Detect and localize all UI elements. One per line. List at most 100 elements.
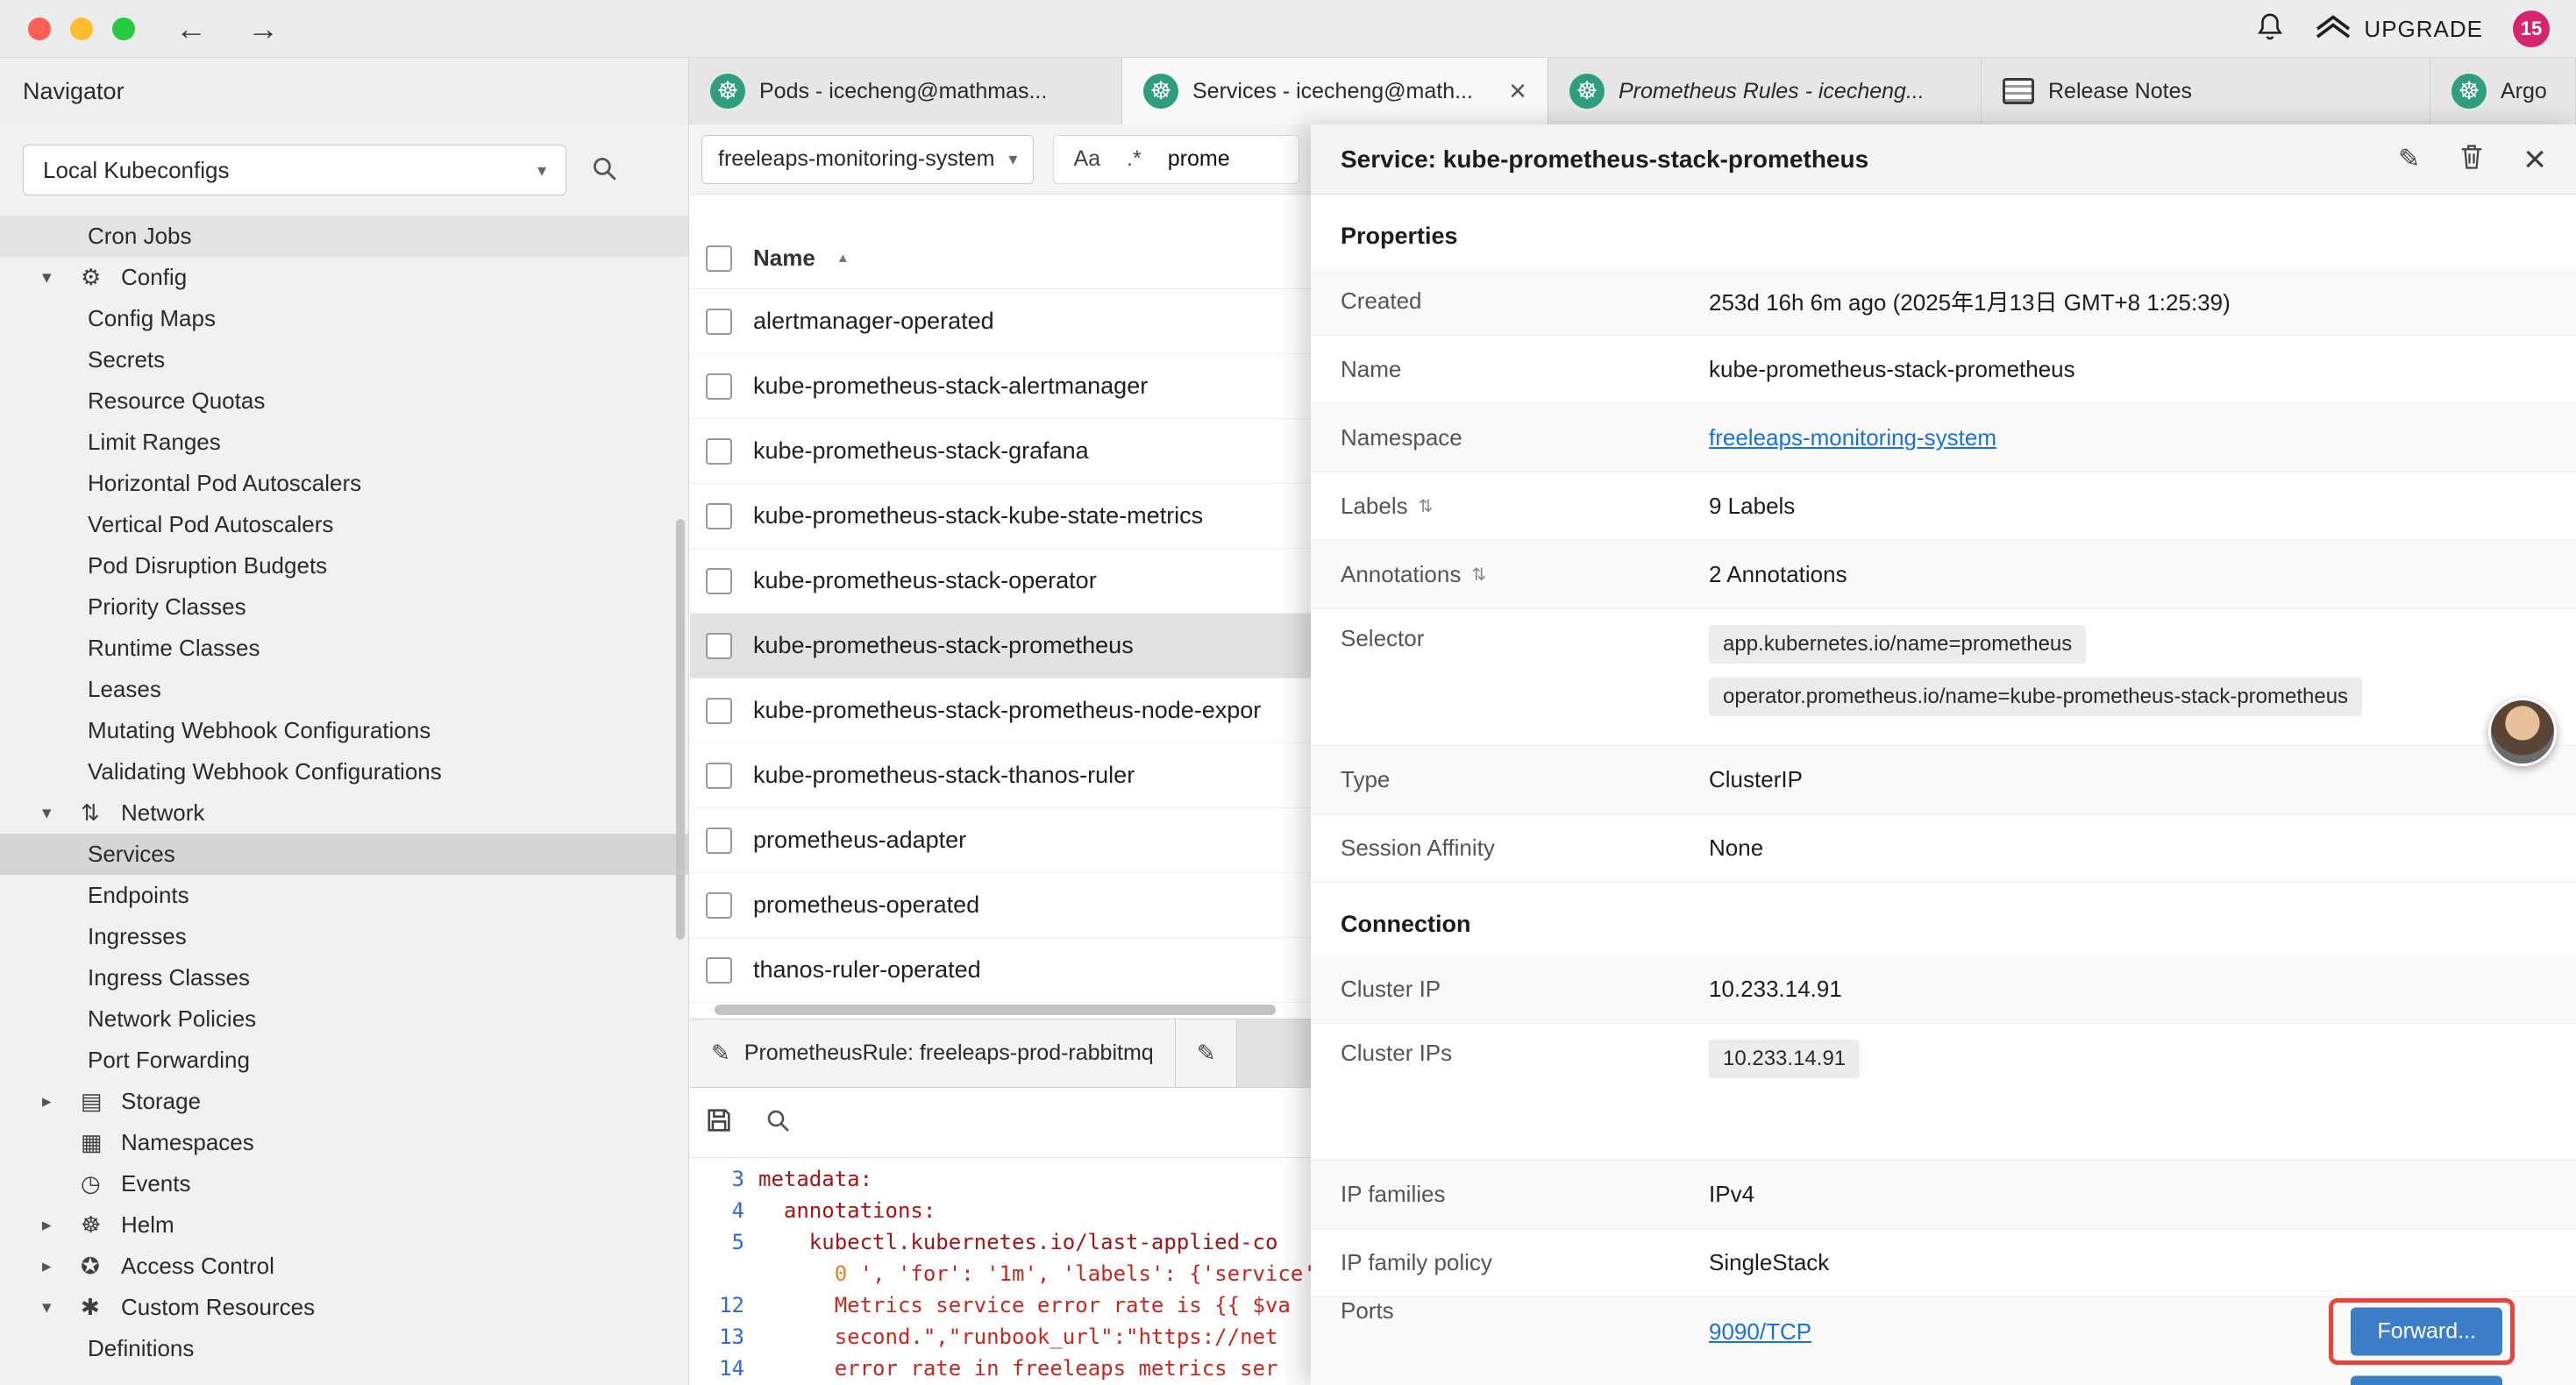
scrollbar-thumb[interactable] <box>715 1005 1276 1015</box>
row-checkbox[interactable] <box>706 892 732 919</box>
sidebar-item-cron-jobs[interactable]: Cron Jobs <box>0 216 688 257</box>
name-column-header[interactable]: Name <box>753 245 815 272</box>
table-row[interactable]: alertmanager-operated <box>690 289 1311 354</box>
sidebar-item-horizontal-pod-autoscalers[interactable]: Horizontal Pod Autoscalers <box>0 463 688 504</box>
sidebar-item-config[interactable]: ▾⚙Config <box>0 257 688 298</box>
select-all-checkbox[interactable] <box>706 245 732 272</box>
table-row[interactable]: thanos-ruler-operated <box>690 938 1311 1003</box>
row-checkbox[interactable] <box>706 503 732 529</box>
forward-button[interactable]: → <box>247 13 279 45</box>
maximize-window-button[interactable] <box>112 18 135 40</box>
kubeconfig-selector[interactable]: Local Kubeconfigs ▾ <box>23 145 566 195</box>
row-checkbox[interactable] <box>706 698 732 724</box>
sidebar-item-network-policies[interactable]: Network Policies <box>0 998 688 1040</box>
chevron-down-icon[interactable]: ▾ <box>42 1296 81 1318</box>
save-icon[interactable] <box>704 1105 734 1140</box>
sidebar-item-label: Cron Jobs <box>88 223 192 250</box>
back-button[interactable]: ← <box>175 13 207 45</box>
row-checkbox[interactable] <box>706 957 732 984</box>
row-checkbox[interactable] <box>706 309 732 335</box>
namespace-link[interactable]: freeleaps-monitoring-system <box>1709 424 1996 451</box>
sidebar-item-namespaces[interactable]: ▦Namespaces <box>0 1122 688 1163</box>
regex-toggle[interactable]: .* <box>1127 146 1142 172</box>
row-checkbox[interactable] <box>706 373 732 400</box>
sidebar-item-definitions[interactable]: Definitions <box>0 1328 688 1369</box>
table-row[interactable]: kube-prometheus-stack-operator <box>690 549 1311 614</box>
sidebar-item-helm[interactable]: ▸☸Helm <box>0 1204 688 1246</box>
sidebar-item-endpoints[interactable]: Endpoints <box>0 875 688 916</box>
row-checkbox[interactable] <box>706 763 732 789</box>
table-row[interactable]: kube-prometheus-stack-thanos-ruler <box>690 743 1311 808</box>
port-link[interactable]: 9090/TCP <box>1709 1318 1811 1346</box>
sidebar-item-validating-webhook-configurations[interactable]: Validating Webhook Configurations <box>0 751 688 792</box>
delete-icon[interactable] <box>2459 142 2485 176</box>
expand-toggle-icon[interactable]: ⇅ <box>1419 495 1434 517</box>
avatar[interactable] <box>2488 698 2557 766</box>
sidebar-item-access-control[interactable]: ▸✪Access Control <box>0 1246 688 1287</box>
minimize-window-button[interactable] <box>70 18 93 40</box>
chevron-down-icon[interactable]: ▾ <box>42 802 81 824</box>
row-checkbox[interactable] <box>706 568 732 594</box>
close-icon[interactable]: × <box>2523 140 2546 179</box>
row-checkbox[interactable] <box>706 633 732 659</box>
chevron-down-icon[interactable]: ▾ <box>42 266 81 288</box>
lens-logo-icon <box>2315 13 2352 46</box>
forward-button[interactable]: Forward... <box>2351 1308 2502 1356</box>
sidebar-item-vertical-pod-autoscalers[interactable]: Vertical Pod Autoscalers <box>0 504 688 545</box>
tab-prometheus-rules-icecheng[interactable]: ☸Prometheus Rules - icecheng... <box>1548 58 1982 124</box>
detail-row-name: Namekube-prometheus-stack-prometheus <box>1311 336 2576 404</box>
sidebar-item-port-forwarding[interactable]: Port Forwarding <box>0 1040 688 1081</box>
edit-icon[interactable]: ✎ <box>2398 144 2420 174</box>
table-row[interactable]: kube-prometheus-stack-prometheus-node-ex… <box>690 678 1311 743</box>
sidebar-item-pod-disruption-budgets[interactable]: Pod Disruption Budgets <box>0 545 688 586</box>
search-icon[interactable] <box>764 1106 792 1139</box>
table-row[interactable]: kube-prometheus-stack-kube-state-metrics <box>690 484 1311 549</box>
namespace-filter-dropdown[interactable]: freeleaps-monitoring-system ▾ <box>701 135 1034 184</box>
chevron-right-icon[interactable]: ▸ <box>42 1090 81 1112</box>
sidebar-item-leases[interactable]: Leases <box>0 669 688 710</box>
horizontal-scrollbar[interactable] <box>690 1003 1311 1017</box>
sidebar-scrollbar[interactable] <box>676 519 685 940</box>
sidebar-item-mutating-webhook-configurations[interactable]: Mutating Webhook Configurations <box>0 710 688 751</box>
chevron-right-icon[interactable]: ▸ <box>42 1214 81 1236</box>
sidebar-item-services[interactable]: Services <box>0 834 688 875</box>
upgrade-button[interactable]: UPGRADE <box>2315 13 2483 46</box>
notifications-bell-icon[interactable] <box>2255 11 2285 48</box>
sidebar-item-events[interactable]: ◷Events <box>0 1163 688 1204</box>
code-segment <box>758 1195 784 1226</box>
list-search-input[interactable]: Aa .* prome <box>1053 135 1299 184</box>
close-window-button[interactable] <box>28 18 51 40</box>
forward-button[interactable]: Forward... <box>2351 1376 2502 1385</box>
tab-pods-icecheng-mathmas[interactable]: ☸Pods - icecheng@mathmas... <box>689 58 1122 124</box>
table-row[interactable]: kube-prometheus-stack-grafana <box>690 419 1311 484</box>
sidebar-item-config-maps[interactable]: Config Maps <box>0 298 688 339</box>
row-checkbox[interactable] <box>706 438 732 465</box>
editor-tab-partial[interactable]: ✎ <box>1176 1019 1237 1087</box>
tab-services-icecheng-math[interactable]: ☸Services - icecheng@math...× <box>1122 58 1548 124</box>
table-row[interactable]: kube-prometheus-stack-alertmanager <box>690 354 1311 419</box>
sidebar-item-limit-ranges[interactable]: Limit Ranges <box>0 422 688 463</box>
notification-count-badge[interactable]: 15 <box>2513 11 2550 47</box>
sidebar-item-network[interactable]: ▾⇅Network <box>0 792 688 834</box>
sidebar-item-storage[interactable]: ▸▤Storage <box>0 1081 688 1122</box>
tab-release-notes[interactable]: Release Notes <box>1982 58 2430 124</box>
sidebar-item-ingress-classes[interactable]: Ingress Classes <box>0 957 688 998</box>
chevron-right-icon[interactable]: ▸ <box>42 1255 81 1277</box>
row-checkbox[interactable] <box>706 827 732 854</box>
table-row[interactable]: prometheus-adapter <box>690 808 1311 873</box>
tab-argo-s[interactable]: ☸Argo S <box>2430 58 2576 124</box>
editor-tab-prometheusrule[interactable]: ✎ PrometheusRule: freeleaps-prod-rabbitm… <box>690 1019 1176 1087</box>
sidebar-item-resource-quotas[interactable]: Resource Quotas <box>0 380 688 422</box>
sidebar-item-runtime-classes[interactable]: Runtime Classes <box>0 628 688 669</box>
table-row[interactable]: kube-prometheus-stack-prometheus <box>690 614 1311 678</box>
yaml-code-editor[interactable]: 3metadata:4 annotations:5 kubectl.kubern… <box>690 1158 1311 1385</box>
match-case-toggle[interactable]: Aa <box>1073 146 1100 172</box>
sidebar-item-secrets[interactable]: Secrets <box>0 339 688 380</box>
sidebar-item-custom-resources[interactable]: ▾✱Custom Resources <box>0 1287 688 1328</box>
table-row[interactable]: prometheus-operated <box>690 873 1311 938</box>
sidebar-item-priority-classes[interactable]: Priority Classes <box>0 586 688 628</box>
close-tab-icon[interactable]: × <box>1509 76 1526 106</box>
sidebar-item-ingresses[interactable]: Ingresses <box>0 916 688 957</box>
expand-toggle-icon[interactable]: ⇅ <box>1471 564 1486 586</box>
search-icon[interactable] <box>589 153 619 188</box>
